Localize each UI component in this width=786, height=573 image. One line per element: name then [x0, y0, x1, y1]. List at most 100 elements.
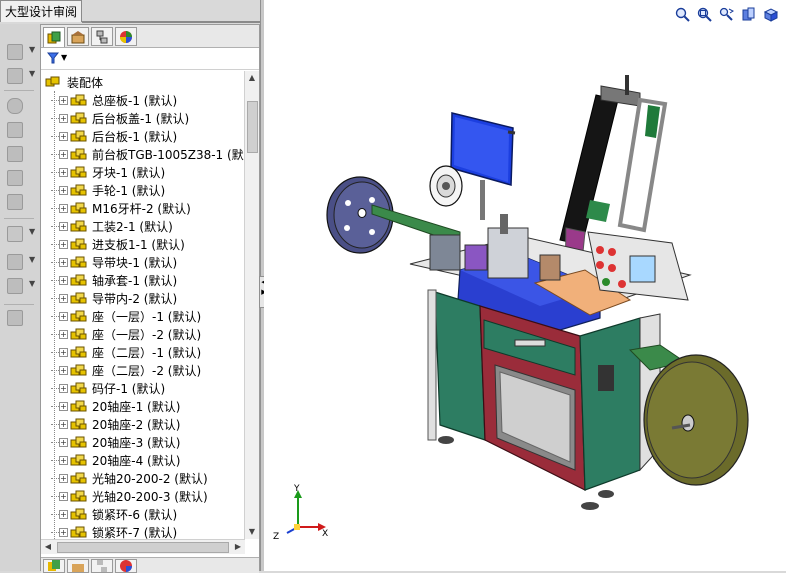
expand-icon[interactable]: +	[59, 491, 68, 501]
expand-icon[interactable]: +	[59, 131, 68, 141]
expand-icon[interactable]: +	[59, 203, 68, 213]
vertical-scrollbar[interactable]: ▲ ▼	[244, 71, 259, 539]
expand-icon[interactable]: +	[59, 365, 68, 375]
expand-icon[interactable]: +	[59, 311, 68, 321]
tree-item[interactable]: + 导带内-2 (默认)	[51, 289, 177, 307]
scroll-right-icon[interactable]: ▶	[231, 540, 245, 554]
tree-item[interactable]: + 导带块-1 (默认)	[51, 253, 177, 271]
expand-icon[interactable]: +	[59, 167, 68, 177]
tree-item[interactable]: + 进支板1-1 (默认)	[51, 235, 185, 253]
tree-connector	[51, 442, 59, 444]
expand-icon[interactable]: +	[59, 113, 68, 123]
chevron-down-icon[interactable]: ▼	[29, 255, 35, 264]
large-design-review-tab[interactable]: 大型设计审阅	[0, 0, 82, 22]
assembly-model[interactable]: Y X Z	[264, 0, 786, 571]
tree-item[interactable]: + 座（二层）-1 (默认)	[51, 343, 201, 361]
tree-item-label: 手轮-1 (默认)	[92, 183, 166, 198]
tree-connector	[51, 316, 59, 318]
toolbar-button-11[interactable]	[2, 308, 28, 328]
tree-item[interactable]: + 后台板-1 (默认)	[51, 127, 177, 145]
tree-item[interactable]: + 轴承套-1 (默认)	[51, 271, 177, 289]
tab-configuration-manager[interactable]	[91, 27, 113, 46]
toolbar-button-4[interactable]	[2, 120, 28, 140]
assembly-icon	[45, 76, 60, 87]
expand-icon[interactable]: +	[59, 347, 68, 357]
toolbar-button-3[interactable]	[2, 96, 28, 116]
toolbar-divider	[4, 304, 34, 305]
tree-connector	[51, 406, 59, 408]
tree-connector	[51, 334, 59, 336]
tree-item[interactable]: +20轴座-2 (默认)	[51, 415, 180, 433]
expand-icon[interactable]: +	[59, 329, 68, 339]
tree-item-label: 锁紧环-6 (默认)	[92, 507, 178, 522]
tree-root-label: 装配体	[67, 75, 104, 90]
chevron-down-icon[interactable]: ▼	[29, 69, 35, 78]
component-icon	[7, 44, 23, 60]
tab-property-manager[interactable]	[67, 27, 89, 46]
tab-display-manager[interactable]	[115, 27, 137, 46]
expand-icon[interactable]: +	[59, 455, 68, 465]
toolbar-button-2[interactable]: ▼	[2, 66, 35, 86]
tree-item[interactable]: + 工装2-1 (默认)	[51, 217, 173, 235]
toolbar-button-1[interactable]: ▼	[2, 42, 35, 62]
scroll-down-icon[interactable]: ▼	[245, 525, 259, 539]
tree-item[interactable]: + 后台板盖-1 (默认)	[51, 109, 189, 127]
tree-item[interactable]: + 码仔-1 (默认)	[51, 379, 165, 397]
tree-item[interactable]: + 座（一层）-1 (默认)	[51, 307, 201, 325]
tree-item[interactable]: + 光轴20-200-3 (默认)	[51, 487, 208, 505]
tree-item[interactable]: + 牙块-1 (默认)	[51, 163, 165, 181]
explode-view-icon	[7, 194, 23, 210]
tree-item[interactable]: + 总座板-1 (默认)	[51, 91, 177, 109]
expand-icon[interactable]: +	[59, 239, 68, 249]
chevron-down-icon[interactable]: ▼	[29, 227, 35, 236]
expand-icon[interactable]: +	[59, 149, 68, 159]
expand-icon[interactable]: +	[59, 293, 68, 303]
chevron-down-icon[interactable]: ▼	[29, 279, 35, 288]
scroll-left-icon[interactable]: ◀	[41, 540, 55, 554]
expand-icon[interactable]: +	[59, 401, 68, 411]
expand-icon[interactable]: +	[59, 221, 68, 231]
expand-icon[interactable]: +	[59, 383, 68, 393]
tree-item[interactable]: + 前台板TGB-1005Z38-1 (默认)	[51, 145, 245, 163]
expand-icon[interactable]: +	[59, 437, 68, 447]
expand-icon[interactable]: +	[59, 473, 68, 483]
tree-root[interactable]: 装配体	[45, 73, 103, 91]
tree-item[interactable]: +20轴座-4 (默认)	[51, 451, 181, 469]
tree-item[interactable]: +20轴座-3 (默认)	[51, 433, 180, 451]
expand-icon[interactable]: +	[59, 275, 68, 285]
expand-icon[interactable]: +	[59, 257, 68, 267]
toolbar-button-10[interactable]: ▼	[2, 276, 35, 296]
tree-item[interactable]: + 座（一层）-2 (默认)	[51, 325, 201, 343]
tree-connector	[51, 532, 59, 534]
expand-icon[interactable]: +	[59, 95, 68, 105]
tab-feature-manager[interactable]	[43, 27, 65, 47]
scroll-thumb[interactable]	[57, 542, 229, 553]
expand-icon[interactable]: +	[59, 527, 68, 537]
filter-icon[interactable]	[47, 52, 59, 64]
tree-item[interactable]: +20轴座-1 (默认)	[51, 397, 180, 415]
toolbar-button-9[interactable]: ▼	[2, 252, 35, 272]
move-component-icon	[7, 122, 23, 138]
expand-icon[interactable]: +	[59, 185, 68, 195]
tree-item-label: 20轴座-4 (默认)	[92, 453, 181, 468]
horizontal-scrollbar[interactable]: ◀ ▶	[41, 539, 245, 554]
tree-item[interactable]: + 锁紧环-7 (默认)	[51, 523, 177, 539]
tree-item[interactable]: + 锁紧环-6 (默认)	[51, 505, 178, 523]
tree-item[interactable]: + 光轴20-200-2 (默认)	[51, 469, 208, 487]
chevron-down-icon[interactable]: ▼	[29, 45, 35, 54]
feature-manager-icon	[47, 31, 61, 43]
expand-icon[interactable]: +	[59, 509, 68, 519]
graphics-area[interactable]: Y X Z	[264, 0, 786, 571]
scroll-up-icon[interactable]: ▲	[245, 71, 259, 85]
chevron-down-icon[interactable]: ▼	[61, 53, 67, 62]
toolbar-button-6[interactable]	[2, 168, 28, 188]
tree-item[interactable]: + M16牙杆-2 (默认)	[51, 199, 191, 217]
expand-icon[interactable]: +	[59, 419, 68, 429]
tree-connector	[51, 424, 59, 426]
toolbar-button-7[interactable]	[2, 192, 28, 212]
tree-item[interactable]: + 手轮-1 (默认)	[51, 181, 166, 199]
tree-item[interactable]: + 座（二层）-2 (默认)	[51, 361, 201, 379]
toolbar-button-8[interactable]: ▼	[2, 224, 35, 244]
toolbar-button-5[interactable]	[2, 144, 28, 164]
scroll-thumb[interactable]	[247, 101, 258, 153]
